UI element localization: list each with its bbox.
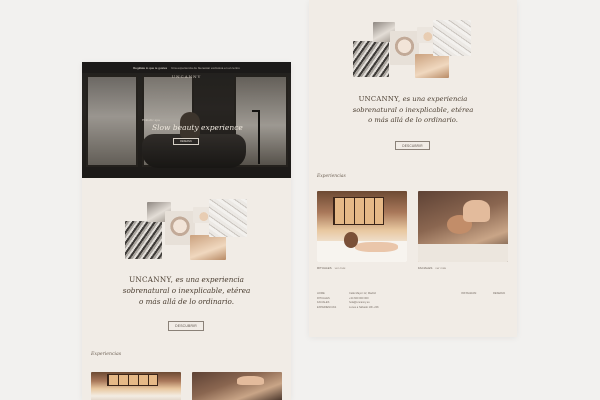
experience-more-link[interactable]: ver más	[335, 266, 346, 270]
room-client-body	[354, 242, 398, 253]
statement-line-3: o más allá de lo ordinario.	[139, 297, 234, 306]
brand-statement-right: UNCANNY, es una experiencia sobrenatural…	[327, 94, 499, 126]
hero-kicker: Holistic spa	[142, 118, 160, 122]
massage-sheet	[418, 243, 508, 262]
image-collage-right	[353, 20, 473, 80]
experience-image-rituales[interactable]	[91, 372, 181, 400]
footer-link-experiencias[interactable]: EXPERIENCIAS	[317, 306, 336, 311]
experience-image-faciales[interactable]	[418, 191, 508, 262]
discover-button[interactable]: DESCUBRIR	[168, 321, 204, 331]
statement-brand: UNCANNY,	[358, 95, 401, 103]
footer-nav: HOME RITUALES FACIALES EXPERIENCIAS	[317, 292, 336, 310]
brand-statement: UNCANNY, es una experiencia sobrenatural…	[102, 274, 271, 307]
experience-name: RITUALES	[317, 266, 332, 270]
announcement-text: Regálate lo que te gustes	[133, 65, 168, 70]
statement-line-1: es una experiencia	[402, 95, 468, 103]
hero-reserve-button[interactable]: RESERVA	[173, 138, 199, 145]
footer-reserve-link[interactable]: RESERVA	[493, 292, 505, 297]
room-window	[333, 196, 384, 226]
collage-image-marble	[209, 199, 247, 237]
massage-hands	[463, 199, 490, 223]
left-page-mockup: Regálate lo que te gustes Una experienci…	[82, 62, 291, 400]
announcement-bar: Regálate lo que te gustes Una experienci…	[82, 62, 291, 73]
image-collage	[125, 199, 249, 263]
hero-section: Regálate lo que te gustes Una experienci…	[82, 62, 291, 178]
experiences-heading: Experiencias	[91, 352, 122, 357]
statement-line-3: o más allá de lo ordinario.	[368, 116, 458, 124]
site-logo[interactable]: UNCANNY	[82, 74, 291, 79]
experience-image-rituales[interactable]	[317, 191, 407, 262]
right-page-mockup: UNCANNY, es una experiencia sobrenatural…	[309, 0, 517, 337]
collage-image-marble	[433, 20, 471, 56]
room-window	[107, 374, 158, 387]
experience-more-link[interactable]: ver más	[435, 266, 446, 270]
experiences-heading-right: Experiencias	[317, 174, 346, 179]
collage-image-skin	[190, 235, 226, 260]
hero-overlay	[82, 62, 291, 178]
footer-hours: Lunes a Sábado 10h–20h	[349, 305, 379, 309]
experience-image-faciales[interactable]	[192, 372, 282, 400]
collage-image-leaves	[353, 41, 389, 77]
collage-image-skin	[415, 54, 449, 78]
footer-address: Calle Mayor 12, Madrid	[349, 292, 376, 295]
experience-caption-faciales[interactable]: FACIALES ver más	[418, 266, 446, 270]
announcement-subtext: Una experiencia de bienestar exclusiva e…	[171, 65, 240, 70]
massage-hands	[237, 375, 264, 386]
experience-name: FACIALES	[418, 266, 433, 270]
statement-line-2: sobrenatural o inexplicable, etérea	[352, 105, 474, 114]
statement-line-2: sobrenatural o inexplicable, etérea	[122, 286, 251, 295]
hero-tagline: Slow beauty experience	[152, 123, 243, 132]
statement-line-1: es una experiencia	[175, 275, 244, 284]
statement-brand: UNCANNY,	[129, 275, 174, 284]
discover-button-right[interactable]: DESCUBRIR	[395, 141, 430, 150]
footer-contact: Calle Mayor 12, Madrid +34 600 000 000 h…	[349, 292, 379, 310]
footer-instagram-link[interactable]: INSTAGRAM	[461, 292, 476, 297]
experience-caption-rituales[interactable]: RITUALES ver más	[317, 266, 345, 270]
collage-image-leaves	[125, 221, 162, 259]
